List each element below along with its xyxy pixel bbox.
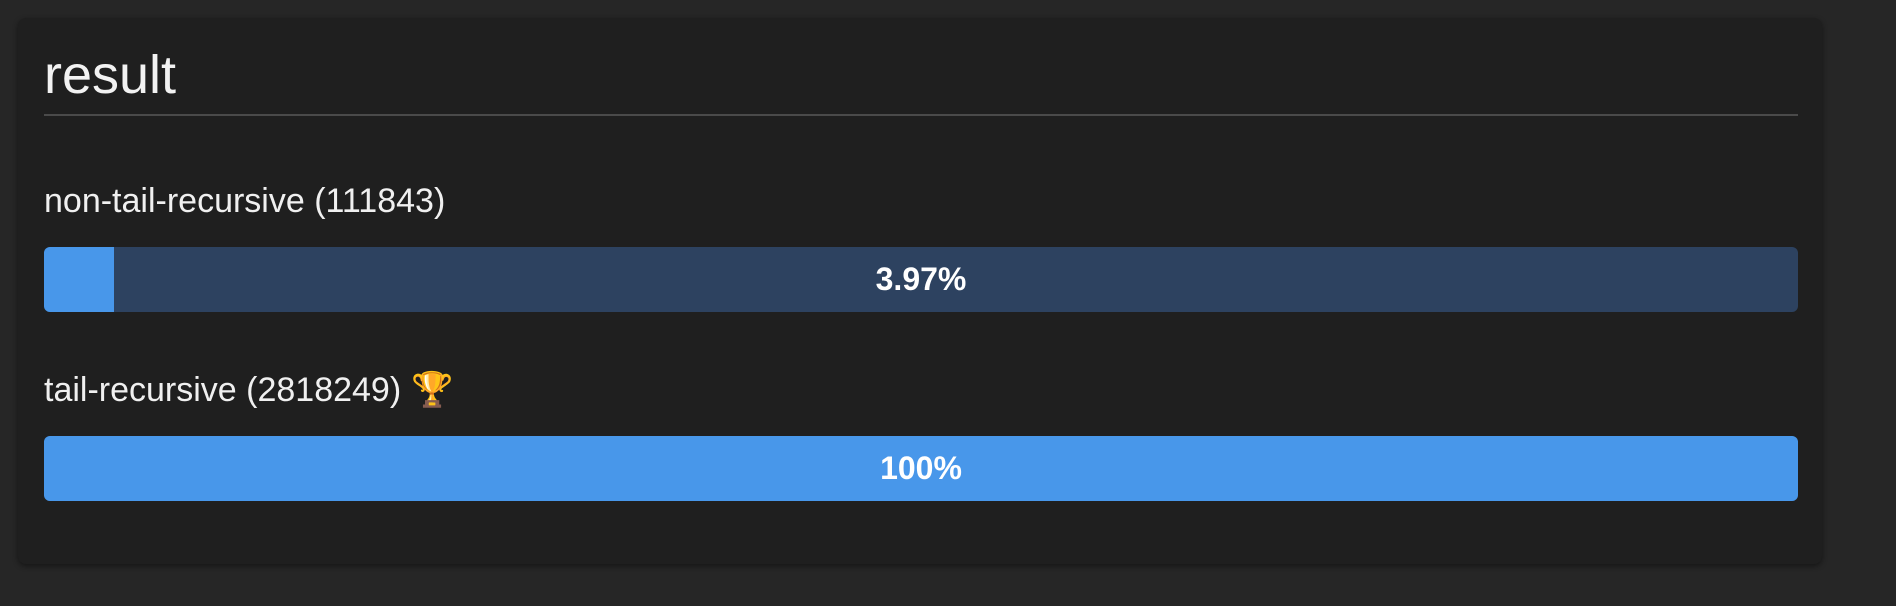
result-label-text: tail-recursive (2818249) bbox=[44, 371, 402, 409]
title-divider bbox=[44, 114, 1798, 116]
progress-percent: 3.97% bbox=[875, 261, 967, 297]
result-row-tail-recursive: tail-recursive (2818249) 🏆 100% bbox=[44, 370, 1798, 501]
result-label: tail-recursive (2818249) 🏆 bbox=[44, 370, 1798, 410]
progress-bar: 100% bbox=[44, 436, 1798, 501]
card-title: result bbox=[44, 45, 177, 105]
result-card: result non-tail-recursive (111843) 3.97%… bbox=[18, 18, 1822, 564]
trophy-icon: 🏆 bbox=[411, 370, 454, 410]
progress-bar: 3.97% bbox=[44, 247, 1798, 312]
result-row-non-tail-recursive: non-tail-recursive (111843) 3.97% bbox=[44, 181, 1798, 312]
result-label: non-tail-recursive (111843) bbox=[44, 181, 1798, 221]
result-label-text: non-tail-recursive (111843) bbox=[44, 182, 446, 220]
progress-percent: 100% bbox=[880, 450, 962, 486]
